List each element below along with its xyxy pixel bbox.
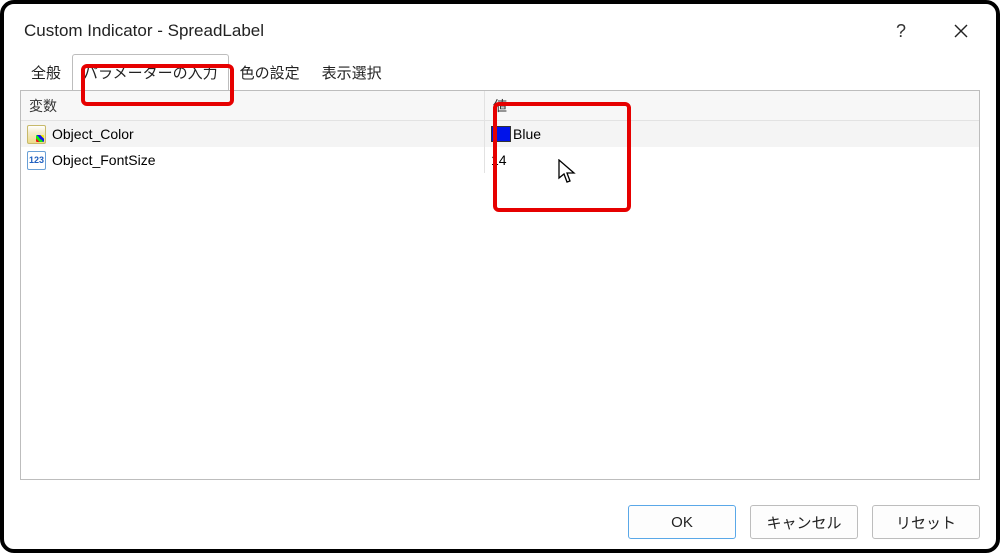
value-text: Blue [513,126,541,142]
reset-button[interactable]: リセット [872,505,980,539]
value-cell[interactable]: Blue [485,121,979,147]
table-row[interactable]: Object_Color Blue [21,121,979,147]
window-title: Custom Indicator - SpreadLabel [24,21,264,41]
color-type-icon [27,125,46,144]
ok-button[interactable]: OK [628,505,736,539]
cancel-button[interactable]: キャンセル [750,505,858,539]
button-label: OK [671,514,693,531]
table-row[interactable]: 123 Object_FontSize 14 [21,147,979,173]
header-variable[interactable]: 変数 [21,91,485,121]
window-controls: ? [886,16,976,46]
tab-label: パラメーターの入力 [83,65,218,82]
parameter-table: 変数 値 Object_Color Blue 123 Object_FontSi… [20,90,980,480]
titlebar: Custom Indicator - SpreadLabel ? [6,6,994,54]
header-value[interactable]: 値 [485,91,979,121]
value-cell[interactable]: 14 [485,147,979,173]
dialog-buttons: OK キャンセル リセット [628,505,980,539]
help-button[interactable]: ? [886,16,916,46]
tab-label: 色の設定 [240,65,300,82]
color-swatch [491,126,511,142]
button-label: キャンセル [766,512,841,533]
tab-general[interactable]: 全般 [20,54,72,91]
tab-label: 表示選択 [322,65,382,82]
variable-name: Object_Color [52,126,134,142]
variable-cell: Object_Color [21,121,485,147]
close-button[interactable] [946,16,976,46]
variable-cell: 123 Object_FontSize [21,147,485,173]
variable-name: Object_FontSize [52,152,156,168]
close-icon [954,24,968,38]
tab-parameters[interactable]: パラメーターの入力 [72,54,229,91]
value-text: 14 [491,152,507,168]
tab-display[interactable]: 表示選択 [311,54,393,91]
tab-colors[interactable]: 色の設定 [229,54,311,91]
tab-label: 全般 [31,65,61,82]
dialog-window: Custom Indicator - SpreadLabel ? 全般 パラメー… [0,0,1000,553]
tab-bar: 全般 パラメーターの入力 色の設定 表示選択 [6,54,994,90]
table-header: 変数 値 [21,91,979,121]
number-type-icon: 123 [27,151,46,170]
button-label: リセット [896,512,956,533]
